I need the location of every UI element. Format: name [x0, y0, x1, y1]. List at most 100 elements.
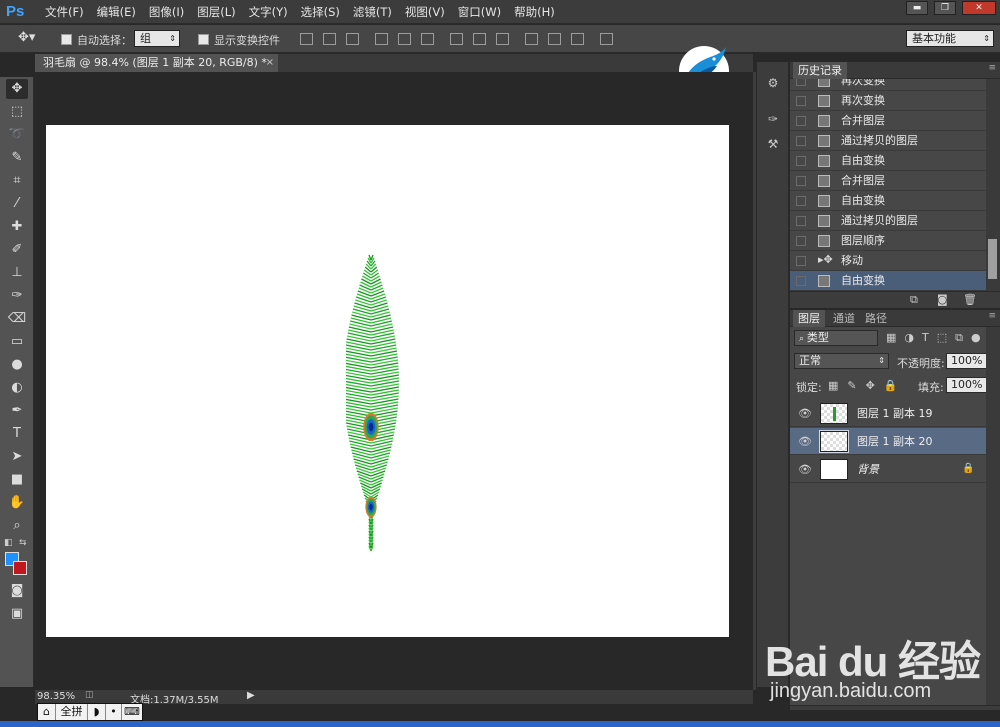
panel-menu-icon[interactable]: ≡: [988, 63, 996, 73]
auto-select-checkbox[interactable]: [61, 34, 72, 45]
menu-filter[interactable]: 滤镜(T): [348, 0, 397, 24]
filter-type-icon[interactable]: T: [922, 331, 929, 345]
layer-row[interactable]: 👁 图层 1 副本 19: [790, 400, 986, 427]
history-panel-icon[interactable]: ⚙: [764, 76, 782, 92]
visibility-eye-icon[interactable]: 👁: [798, 463, 812, 476]
history-panel-tab[interactable]: 历史记录: [793, 62, 847, 79]
history-item[interactable]: 自由变换: [790, 151, 986, 171]
clone-stamp-tool-icon[interactable]: ⊥: [6, 263, 28, 283]
align-right-icon[interactable]: [421, 33, 434, 45]
layer-name[interactable]: 图层 1 副本 19: [857, 400, 933, 427]
distribute-right-icon[interactable]: [571, 33, 584, 45]
menu-view[interactable]: 视图(V): [400, 0, 450, 24]
screen-mode-icon[interactable]: ▣: [6, 604, 28, 624]
marquee-tool-icon[interactable]: ⬚: [6, 102, 28, 122]
auto-align-icon[interactable]: [600, 33, 613, 45]
filter-shape-icon[interactable]: ⬚: [937, 331, 947, 345]
align-hcenter-icon[interactable]: [398, 33, 411, 45]
move-tool-icon[interactable]: ✥: [6, 79, 28, 99]
history-source-checkbox[interactable]: [796, 216, 806, 226]
lock-transparent-icon[interactable]: ▦: [828, 379, 838, 392]
layer-filter-dropdown[interactable]: ⌕ 类型: [794, 330, 878, 346]
menu-file[interactable]: 文件(F): [40, 0, 89, 24]
history-item[interactable]: 再次变换: [790, 79, 986, 91]
history-item[interactable]: 图层顺序: [790, 231, 986, 251]
align-top-icon[interactable]: [300, 33, 313, 45]
visibility-eye-icon[interactable]: 👁: [798, 407, 812, 420]
ime-halfwidth-icon[interactable]: ◗: [88, 704, 106, 720]
menu-type[interactable]: 文字(Y): [244, 0, 293, 24]
history-source-checkbox[interactable]: [796, 176, 806, 186]
layer-row[interactable]: 👁 背景 🔒: [790, 456, 986, 483]
brush-tool-icon[interactable]: ✐: [6, 240, 28, 260]
lock-position-icon[interactable]: ✥: [866, 379, 875, 392]
history-source-checkbox[interactable]: [796, 156, 806, 166]
history-source-checkbox[interactable]: [796, 196, 806, 206]
align-left-icon[interactable]: [375, 33, 388, 45]
eraser-tool-icon[interactable]: ⌫: [6, 309, 28, 329]
layer-name[interactable]: 背景: [857, 456, 879, 483]
gradient-tool-icon[interactable]: ▭: [6, 332, 28, 352]
zoom-tool-icon[interactable]: ⌕: [6, 516, 28, 536]
history-source-checkbox[interactable]: [796, 79, 806, 86]
default-colors-icon[interactable]: ◧: [4, 538, 13, 548]
lock-all-icon[interactable]: 🔒: [884, 379, 898, 392]
new-document-from-state-icon[interactable]: ⧉: [910, 293, 918, 307]
distribute-left-icon[interactable]: [525, 33, 538, 45]
filter-smart-object-icon[interactable]: ⧉: [955, 331, 963, 345]
history-scrollbar[interactable]: [986, 79, 1000, 291]
filter-adjustment-icon[interactable]: ◑: [904, 331, 914, 345]
align-bottom-icon[interactable]: [346, 33, 359, 45]
show-transform-checkbox[interactable]: [198, 34, 209, 45]
layer-row[interactable]: 👁 图层 1 副本 20: [790, 428, 986, 455]
tab-close-button[interactable]: ×: [266, 54, 274, 72]
quick-mask-icon[interactable]: ◙: [6, 581, 28, 601]
minimize-button[interactable]: ▬: [906, 1, 928, 15]
history-source-checkbox[interactable]: [796, 136, 806, 146]
history-source-checkbox[interactable]: [796, 236, 806, 246]
ime-keyboard-icon[interactable]: ⌨: [122, 704, 142, 720]
dodge-tool-icon[interactable]: ◐: [6, 378, 28, 398]
swap-colors-icon[interactable]: ⇆: [19, 538, 27, 548]
menu-image[interactable]: 图像(I): [144, 0, 189, 24]
filter-pixel-icon[interactable]: ▦: [886, 331, 896, 345]
tab-layers[interactable]: 图层: [793, 310, 825, 327]
history-source-checkbox[interactable]: [796, 256, 806, 266]
history-item[interactable]: 自由变换: [790, 271, 986, 291]
history-item[interactable]: 通过拷贝的图层: [790, 131, 986, 151]
type-tool-icon[interactable]: T: [6, 424, 28, 444]
document-canvas[interactable]: [46, 125, 729, 637]
tab-paths[interactable]: 路径: [860, 310, 892, 327]
history-item[interactable]: 合并图层: [790, 171, 986, 191]
history-item[interactable]: ▸✥ 移动: [790, 251, 986, 271]
path-select-tool-icon[interactable]: ➤: [6, 447, 28, 467]
panel-menu-icon[interactable]: ≡: [988, 311, 996, 321]
menu-window[interactable]: 窗口(W): [453, 0, 506, 24]
ime-mode[interactable]: 全拼: [56, 704, 88, 720]
workspace-dropdown[interactable]: 基本功能 ⇕: [906, 30, 994, 47]
close-button[interactable]: ✕: [962, 1, 996, 15]
history-item[interactable]: 合并图层: [790, 111, 986, 131]
ime-logo-icon[interactable]: ⌂: [38, 704, 56, 720]
status-menu-arrow-icon[interactable]: ▶: [247, 690, 255, 701]
distribute-hcenter-icon[interactable]: [548, 33, 561, 45]
blur-tool-icon[interactable]: ●: [6, 355, 28, 375]
blend-mode-dropdown[interactable]: 正常 ⇕: [794, 353, 889, 369]
shape-tool-icon[interactable]: ■: [6, 470, 28, 490]
pen-tool-icon[interactable]: ✒: [6, 401, 28, 421]
menu-edit[interactable]: 编辑(E): [92, 0, 141, 24]
document-tab[interactable]: 羽毛扇 @ 98.4% (图层 1 副本 20, RGB/8) * ×: [35, 54, 278, 72]
history-item[interactable]: 再次变换: [790, 91, 986, 111]
menu-select[interactable]: 选择(S): [296, 0, 345, 24]
brush-presets-icon[interactable]: ⚒: [764, 137, 782, 153]
move-tool-preset-icon[interactable]: ✥▾: [18, 30, 35, 45]
crop-tool-icon[interactable]: ⌗: [6, 171, 28, 191]
history-scroll-thumb[interactable]: [988, 239, 997, 279]
distribute-top-icon[interactable]: [450, 33, 463, 45]
hand-tool-icon[interactable]: ✋: [6, 493, 28, 513]
history-item[interactable]: 自由变换: [790, 191, 986, 211]
canvas-scrollbar[interactable]: [753, 72, 756, 690]
snapshot-icon[interactable]: ◙: [937, 293, 948, 306]
menu-help[interactable]: 帮助(H): [509, 0, 560, 24]
filter-toggle-icon[interactable]: ●: [971, 331, 981, 345]
